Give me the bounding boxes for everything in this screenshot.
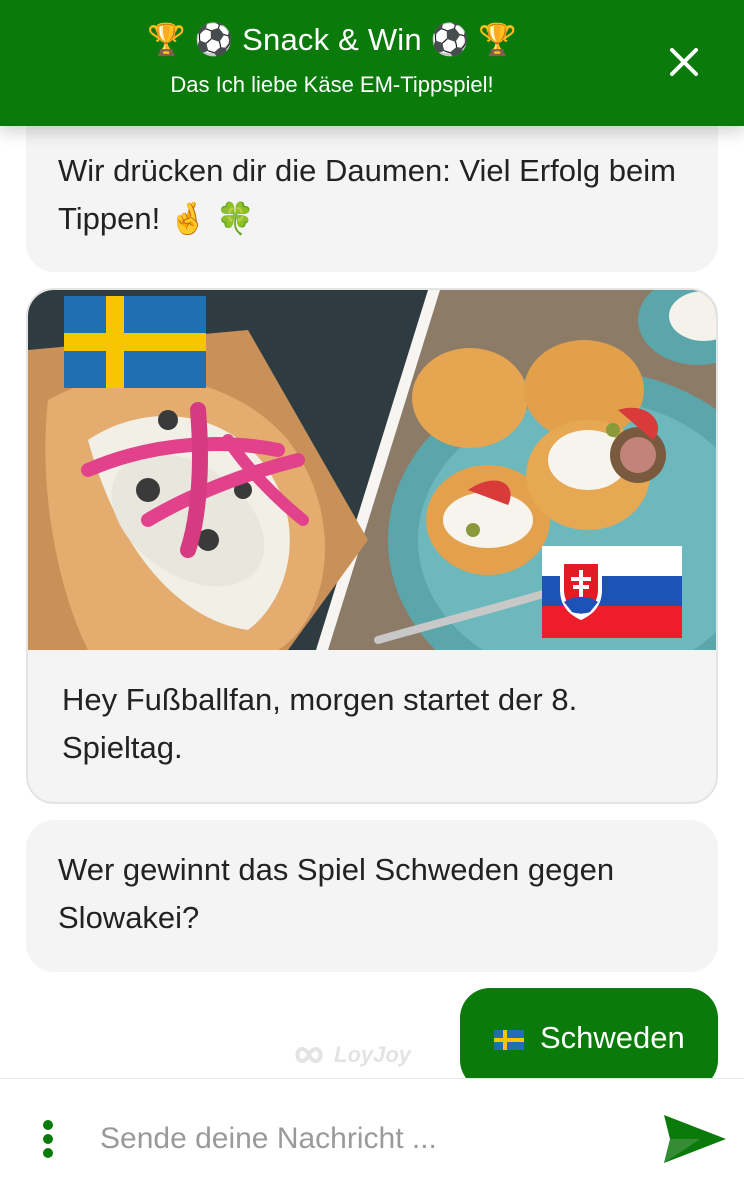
bot-question-message: Wer gewinnt das Spiel Schweden gegen Slo… xyxy=(26,820,718,972)
send-icon xyxy=(664,1115,726,1163)
close-button[interactable] xyxy=(660,40,708,84)
food-image xyxy=(28,290,716,650)
user-reply-text: Schweden xyxy=(540,1020,685,1055)
slovakia-flag-icon xyxy=(542,546,682,638)
card-message-text: Hey Fußballfan, morgen startet der 8. Sp… xyxy=(62,682,578,765)
header-title: 🏆 ⚽ Snack & Win ⚽ 🏆 xyxy=(146,22,518,57)
user-reply-bubble: Schweden xyxy=(460,988,718,1078)
message-input[interactable] xyxy=(100,1115,640,1163)
chat-header: 🏆 ⚽ Snack & Win ⚽ 🏆 Das Ich liebe Käse E… xyxy=(0,0,744,126)
chat-area: Wir drücken dir die Daumen: Viel Erfolg … xyxy=(0,0,744,1078)
image-card-message: Hey Fußballfan, morgen startet der 8. Sp… xyxy=(26,288,718,804)
loyjoy-watermark: LoyJoy xyxy=(292,1040,422,1070)
watermark-text: LoyJoy xyxy=(334,1042,412,1067)
close-icon xyxy=(670,48,698,76)
bot-message-text: Wir drücken dir die Daumen: Viel Erfolg … xyxy=(58,153,676,236)
menu-button[interactable] xyxy=(36,1115,60,1163)
more-vertical-icon xyxy=(43,1120,53,1158)
header-subtitle: Das Ich liebe Käse EM-Tippspiel! xyxy=(170,72,494,97)
bot-question-text: Wer gewinnt das Spiel Schweden gegen Slo… xyxy=(58,852,615,935)
send-button[interactable] xyxy=(660,1109,730,1169)
sweden-flag-icon xyxy=(494,1030,524,1050)
loyjoy-logo-icon xyxy=(295,1046,323,1064)
sweden-flag-icon xyxy=(64,296,206,388)
message-input-bar xyxy=(0,1078,744,1194)
